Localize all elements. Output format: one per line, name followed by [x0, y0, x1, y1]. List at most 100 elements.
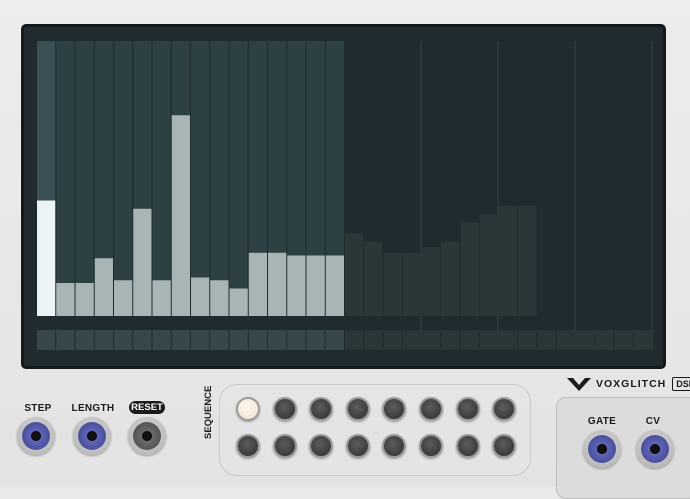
- module-name-badge: DSMC: [672, 377, 690, 391]
- step-bar: [171, 115, 190, 316]
- step-bar: [210, 280, 229, 316]
- gate-cell: [287, 330, 306, 350]
- gate-cell: [114, 330, 133, 350]
- step-column: [75, 41, 94, 316]
- gate-cell: [576, 330, 595, 350]
- sequence-button-1[interactable]: [236, 397, 260, 421]
- ghost-bar: [402, 252, 421, 316]
- step-bar: [37, 200, 56, 316]
- step-bar: [114, 280, 133, 316]
- step-column: [114, 41, 133, 316]
- module-panel: VOXGLITCH DSMC STEP LENGTH RESET SEQUENC…: [0, 0, 690, 499]
- sequence-button-6[interactable]: [419, 397, 443, 421]
- sequence-button-15[interactable]: [455, 434, 480, 458]
- ghost-bar: [422, 247, 441, 316]
- sequence-button-2[interactable]: [272, 397, 297, 421]
- step-column: [229, 41, 248, 316]
- step-bar: [325, 255, 344, 316]
- gate-cell: [56, 330, 75, 350]
- gate-cell: [133, 330, 152, 350]
- sequence-button-14[interactable]: [419, 434, 443, 458]
- length-label: LENGTH: [71, 403, 115, 414]
- ghost-bar: [364, 241, 383, 316]
- cv-output-jack[interactable]: [636, 430, 674, 468]
- sequence-display[interactable]: [21, 24, 666, 369]
- step-bar: [287, 255, 306, 316]
- cv-label: CV: [645, 416, 661, 427]
- sequence-button-7[interactable]: [455, 397, 480, 421]
- step-bar: [94, 258, 113, 316]
- ghost-bar: [499, 206, 518, 316]
- step-column: [210, 41, 229, 316]
- gate-cell: [345, 330, 364, 350]
- gate-cell: [191, 330, 210, 350]
- jack-ring-icon: [641, 435, 669, 463]
- gate-cell: [518, 330, 537, 350]
- brand-name: VOXGLITCH: [596, 378, 667, 390]
- gate-cell: [633, 330, 652, 350]
- step-column: [56, 41, 75, 316]
- step-bar: [75, 283, 94, 316]
- brand: VOXGLITCH DSMC: [566, 375, 690, 393]
- gate-cell: [325, 330, 344, 350]
- gate-cell: [460, 330, 479, 350]
- sequence-button-10[interactable]: [272, 434, 297, 458]
- ghost-bar: [460, 222, 479, 316]
- gate-cell: [94, 330, 113, 350]
- sequence-button-9[interactable]: [236, 434, 260, 458]
- sequence-button-4[interactable]: [345, 397, 370, 421]
- step-bar: [306, 255, 325, 316]
- gate-cell: [37, 330, 56, 350]
- gate-cell: [383, 330, 402, 350]
- step-column: [152, 41, 171, 316]
- jack-ring-icon: [588, 435, 616, 463]
- jack-ring-icon: [133, 422, 161, 450]
- sequence-button-11[interactable]: [309, 434, 334, 458]
- gate-cell: [537, 330, 556, 350]
- step-bar: [191, 277, 210, 316]
- step-input-jack[interactable]: [17, 417, 55, 455]
- reset-input-jack[interactable]: [128, 417, 166, 455]
- sequence-button-12[interactable]: [345, 434, 370, 458]
- step-bar: [268, 252, 287, 316]
- step-bar: [152, 280, 171, 316]
- gate-label: GATE: [587, 416, 617, 427]
- step-label: STEP: [24, 403, 52, 414]
- ghost-bar: [345, 233, 364, 316]
- gate-cell: [152, 330, 171, 350]
- ghost-bar: [383, 252, 402, 316]
- step-bar: [133, 208, 152, 316]
- gate-cell: [364, 330, 383, 350]
- gate-cell: [479, 330, 498, 350]
- sequence-button-16[interactable]: [492, 434, 517, 458]
- gate-cell: [210, 330, 229, 350]
- gate-cell: [499, 330, 518, 350]
- sequence-label: SEQUENCE: [203, 385, 214, 439]
- gate-output-jack[interactable]: [583, 430, 621, 468]
- gate-cell: [75, 330, 94, 350]
- sequence-button-8[interactable]: [492, 397, 517, 421]
- jack-hole-icon: [142, 431, 152, 441]
- ghost-bar: [441, 241, 460, 316]
- jack-hole-icon: [650, 444, 660, 454]
- gate-cell: [614, 330, 633, 350]
- sequence-button-3[interactable]: [309, 397, 334, 421]
- step-column: [191, 41, 210, 316]
- length-input-jack[interactable]: [73, 417, 111, 455]
- reset-label: RESET: [129, 401, 165, 414]
- gate-cell: [595, 330, 614, 350]
- sequence-display-graph[interactable]: [24, 27, 663, 366]
- step-bar: [248, 252, 267, 316]
- gate-cell: [229, 330, 248, 350]
- step-bar: [56, 283, 75, 316]
- jack-hole-icon: [597, 444, 607, 454]
- sequence-selector: [219, 384, 531, 476]
- step-bar: [229, 288, 248, 316]
- jack-ring-icon: [22, 422, 50, 450]
- gate-cell: [402, 330, 421, 350]
- gate-cell: [422, 330, 441, 350]
- gate-cell: [441, 330, 460, 350]
- gate-cell: [171, 330, 190, 350]
- jack-hole-icon: [87, 431, 97, 441]
- ghost-bar: [479, 214, 498, 316]
